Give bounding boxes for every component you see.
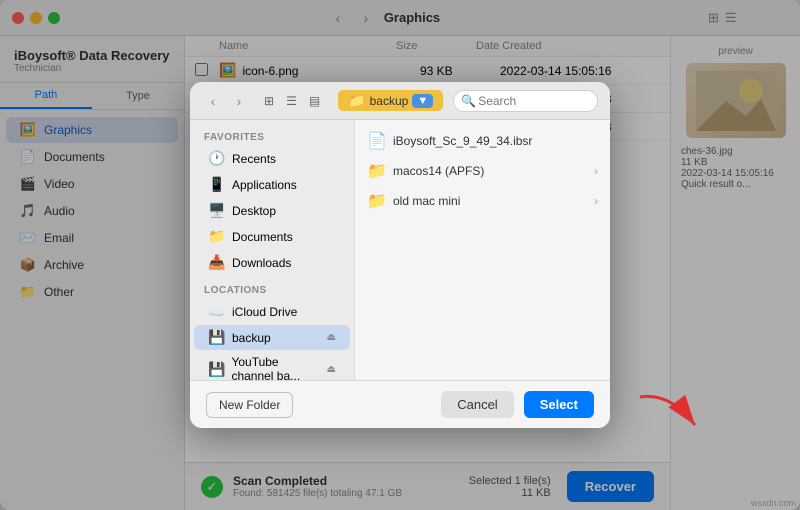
desktop-icon: 🖥️: [208, 202, 226, 219]
dialog-file-name: iBoysoft_Sc_9_49_34.ibsr: [393, 134, 598, 148]
dialog-file-list: 📄 iBoysoft_Sc_9_49_34.ibsr 📁 macos14 (AP…: [355, 120, 610, 380]
dialog-body: Favorites 🕐 Recents 📱 Applications 🖥️ De…: [190, 120, 610, 380]
dialog-columns-view-button[interactable]: ▤: [305, 92, 324, 110]
dialog-footer: New Folder Cancel Select: [190, 380, 610, 428]
dialog-file-name: macos14 (APFS): [393, 164, 588, 178]
icloud-icon: ☁️: [208, 303, 226, 320]
select-button[interactable]: Select: [524, 391, 594, 418]
cancel-button[interactable]: Cancel: [441, 391, 513, 418]
eject-icon-yt[interactable]: ⏏: [327, 364, 336, 375]
folder-dropdown-button[interactable]: ▼: [412, 94, 433, 108]
dialog-back-button[interactable]: ‹: [202, 90, 224, 112]
dialog-file-item[interactable]: 📄 iBoysoft_Sc_9_49_34.ibsr: [355, 126, 610, 156]
dialog-nav-documents[interactable]: 📁 Documents: [194, 224, 350, 249]
dialog-nav-applications[interactable]: 📱 Applications: [194, 172, 350, 197]
dialog-file-item[interactable]: 📁 macos14 (APFS) ›: [355, 156, 610, 186]
dialog-nav-desktop[interactable]: 🖥️ Desktop: [194, 198, 350, 223]
recents-icon: 🕐: [208, 150, 226, 167]
dialog-file-item[interactable]: 📁 old mac mini ›: [355, 186, 610, 216]
dialog-nav-label: Downloads: [232, 256, 291, 270]
dialog-nav-buttons: ‹ ›: [202, 90, 250, 112]
dialog-nav-backup[interactable]: 💾 backup ⏏: [194, 325, 350, 350]
dialog-nav-label: Applications: [232, 178, 297, 192]
dialog-grid-view-button[interactable]: ⊞: [260, 92, 278, 110]
dialog-nav-label: Desktop: [232, 204, 276, 218]
dialog-nav-label: Documents: [232, 230, 293, 244]
eject-icon[interactable]: ⏏: [327, 332, 336, 343]
dialog-nav-label: backup: [232, 331, 271, 345]
dialog-search-wrapper: 🔍: [453, 90, 598, 112]
dialog-file-name: old mac mini: [393, 194, 588, 208]
youtube-drive-icon: 💾: [208, 361, 225, 378]
dialog-sidebar: Favorites 🕐 Recents 📱 Applications 🖥️ De…: [190, 120, 355, 380]
file-doc-icon: 📄: [367, 131, 387, 151]
dialog-nav-label: YouTube channel ba...: [231, 355, 320, 380]
doc-folder-icon: 📁: [208, 228, 226, 245]
folder-name: backup: [370, 94, 409, 108]
dialog-nav-youtube[interactable]: 💾 YouTube channel ba... ⏏: [194, 351, 350, 380]
search-icon: 🔍: [461, 94, 476, 108]
dialog-nav-label: iCloud Drive: [232, 305, 297, 319]
folder-blue-icon: 📁: [367, 161, 387, 181]
folder-blue-icon-2: 📁: [367, 191, 387, 211]
folder-icon: 📁: [348, 92, 365, 109]
dialog-view-buttons: ⊞ ☰ ▤: [260, 92, 324, 110]
new-folder-button[interactable]: New Folder: [206, 392, 293, 418]
dialog-nav-icloud[interactable]: ☁️ iCloud Drive: [194, 299, 350, 324]
downloads-icon: 📥: [208, 254, 226, 271]
dialog-nav-downloads[interactable]: 📥 Downloads: [194, 250, 350, 275]
arrow-indicator: [630, 387, 710, 442]
dialog-nav-label: Recents: [232, 152, 276, 166]
dialog-list-view-button[interactable]: ☰: [282, 92, 301, 110]
dialog-overlay: ‹ › ⊞ ☰ ▤ 📁 backup ▼ 🔍 Favorites: [0, 0, 800, 510]
chevron-right-icon-2: ›: [594, 194, 598, 208]
folder-badge: 📁 backup ▼: [338, 90, 443, 111]
dialog-title-bar: ‹ › ⊞ ☰ ▤ 📁 backup ▼ 🔍: [190, 82, 610, 120]
locations-header: Locations: [190, 281, 354, 298]
dialog-actions: Cancel Select: [441, 391, 594, 418]
applications-icon: 📱: [208, 176, 226, 193]
backup-drive-icon: 💾: [208, 329, 226, 346]
dialog-nav-recents[interactable]: 🕐 Recents: [194, 146, 350, 171]
chevron-right-icon: ›: [594, 164, 598, 178]
save-dialog: ‹ › ⊞ ☰ ▤ 📁 backup ▼ 🔍 Favorites: [190, 82, 610, 428]
favorites-header: Favorites: [190, 128, 354, 145]
dialog-forward-button[interactable]: ›: [228, 90, 250, 112]
